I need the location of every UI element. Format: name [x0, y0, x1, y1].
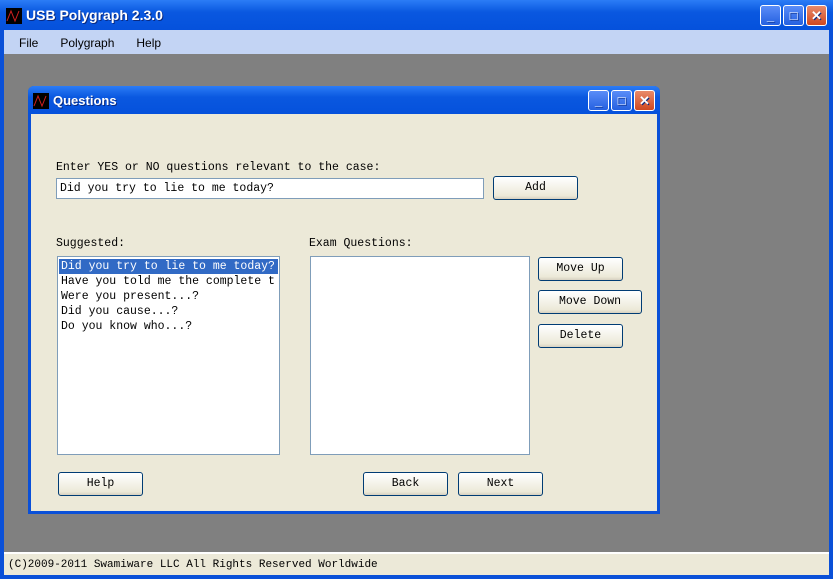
- list-item[interactable]: Were you present...?: [59, 289, 278, 304]
- move-up-button[interactable]: Move Up: [538, 257, 623, 281]
- status-text: (C)2009-2011 Swamiware LLC All Rights Re…: [8, 559, 378, 571]
- dialog-title: Questions: [53, 93, 117, 108]
- exam-questions-label: Exam Questions:: [309, 237, 413, 250]
- app-logo-icon: [6, 8, 22, 24]
- menu-help[interactable]: Help: [136, 36, 161, 50]
- close-icon: ✕: [811, 8, 822, 23]
- list-item[interactable]: Do you know who...?: [59, 319, 278, 334]
- suggested-label: Suggested:: [56, 237, 126, 250]
- maximize-icon: □: [617, 93, 626, 108]
- close-button[interactable]: ✕: [806, 5, 827, 26]
- menu-polygraph[interactable]: Polygraph: [60, 36, 114, 50]
- dialog-maximize-button[interactable]: □: [611, 90, 632, 111]
- app-title: USB Polygraph 2.3.0: [26, 7, 163, 23]
- list-item[interactable]: Have you told me the complete t: [59, 274, 278, 289]
- dialog-close-button[interactable]: ✕: [634, 90, 655, 111]
- question-input[interactable]: Did you try to lie to me today?: [56, 178, 484, 199]
- menu-file[interactable]: File: [19, 36, 38, 50]
- minimize-icon: _: [594, 93, 603, 108]
- next-button[interactable]: Next: [458, 472, 543, 496]
- exam-questions-list[interactable]: [310, 256, 530, 455]
- status-bar: (C)2009-2011 Swamiware LLC All Rights Re…: [4, 552, 829, 575]
- dialog-titlebar: Questions _ □ ✕: [28, 86, 660, 114]
- maximize-button[interactable]: □: [783, 5, 804, 26]
- back-button[interactable]: Back: [363, 472, 448, 496]
- prompt-label: Enter YES or NO questions relevant to th…: [56, 161, 381, 174]
- app-titlebar: USB Polygraph 2.3.0 _ □ ✕: [0, 0, 833, 30]
- maximize-icon: □: [789, 8, 798, 23]
- minimize-icon: _: [766, 8, 775, 23]
- menubar: File Polygraph Help: [4, 30, 829, 54]
- minimize-button[interactable]: _: [760, 5, 781, 26]
- suggested-list[interactable]: Did you try to lie to me today? Have you…: [57, 256, 280, 455]
- dialog-body: Enter YES or NO questions relevant to th…: [31, 114, 657, 511]
- close-icon: ✕: [639, 93, 650, 108]
- list-item[interactable]: Did you try to lie to me today?: [59, 259, 278, 274]
- help-button[interactable]: Help: [58, 472, 143, 496]
- dialog-minimize-button[interactable]: _: [588, 90, 609, 111]
- delete-button[interactable]: Delete: [538, 324, 623, 348]
- move-down-button[interactable]: Move Down: [538, 290, 642, 314]
- questions-dialog: Questions _ □ ✕ Enter YES or NO question…: [28, 86, 660, 514]
- add-button[interactable]: Add: [493, 176, 578, 200]
- dialog-logo-icon: [33, 93, 49, 109]
- list-item[interactable]: Did you cause...?: [59, 304, 278, 319]
